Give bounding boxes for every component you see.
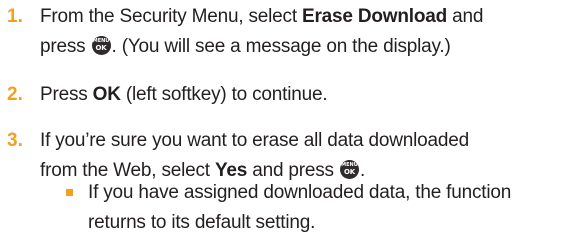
- step-text: If you’re sure you want to erase all dat…: [40, 126, 560, 186]
- step-text: Press OK (left softkey) to continue.: [40, 80, 560, 110]
- step-text-segment: If you’re sure you want to erase all dat…: [40, 130, 469, 151]
- step-1: 1. From the Security Menu, select Erase …: [0, 2, 560, 66]
- step-number: 3.: [7, 130, 23, 151]
- step-2: 2. Press OK (left softkey) to continue.: [0, 80, 560, 112]
- step-text-segment: Press: [40, 84, 93, 105]
- menu-ok-key-icon: MENU OK: [339, 160, 359, 179]
- step-text-segment: and: [447, 6, 484, 27]
- step-text-segment: (left softkey) to continue.: [120, 84, 328, 105]
- menu-key-bottom-label: OK: [95, 44, 107, 52]
- erase-download-label: Erase Download: [302, 6, 448, 27]
- menu-key-bottom-label: OK: [343, 168, 355, 176]
- step-text: From the Security Menu, select Erase Dow…: [40, 2, 560, 62]
- step-text-segment: From the Security Menu, select: [40, 6, 303, 27]
- square-bullet-icon: [66, 189, 73, 196]
- bullet-note: If you have assigned downloaded data, th…: [0, 178, 560, 242]
- step-number: 1.: [7, 6, 23, 27]
- bullet-text-line: returns to its default setting.: [88, 212, 316, 233]
- menu-ok-key-icon: MENU OK: [91, 36, 111, 55]
- ok-label: OK: [92, 84, 121, 105]
- step-text-segment: press: [40, 36, 91, 57]
- instruction-list: 1. From the Security Menu, select Erase …: [0, 0, 576, 244]
- step-number: 2.: [7, 84, 23, 105]
- bullet-text: If you have assigned downloaded data, th…: [88, 178, 568, 238]
- bullet-text-line: If you have assigned downloaded data, th…: [88, 182, 512, 203]
- step-text-segment: . (You will see a message on the display…: [111, 36, 451, 57]
